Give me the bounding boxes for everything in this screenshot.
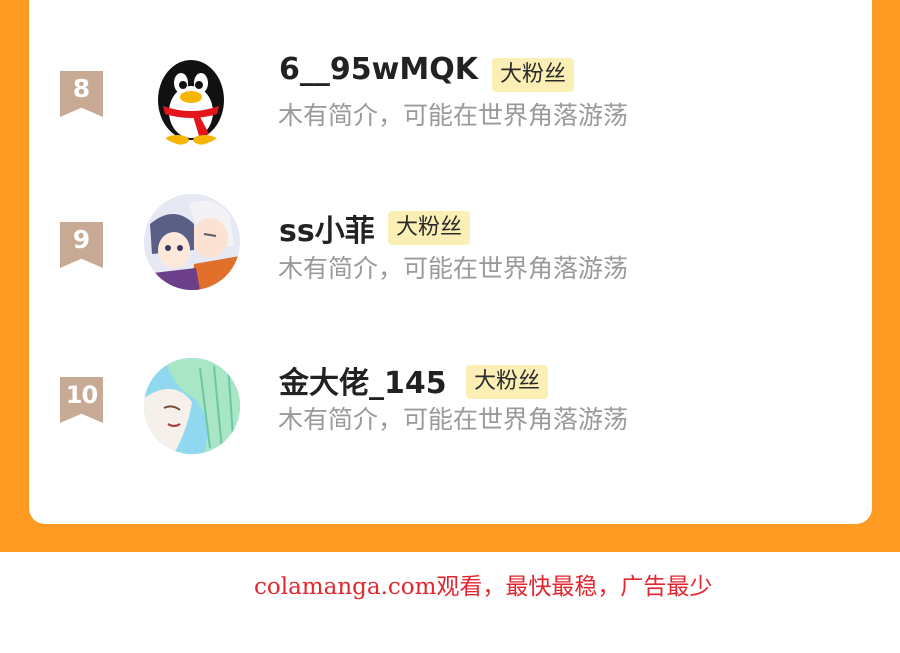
fan-level-badge-8: 大粉丝: [492, 58, 575, 92]
green-hair-anime-avatar[interactable]: [144, 358, 240, 454]
rank-flag-9: 9: [60, 222, 103, 268]
site-watermark: colamanga.com观看，最快最稳，广告最少: [254, 574, 713, 600]
fan-level-badge-9: 大粉丝: [388, 211, 471, 245]
fan-intro-9: 木有简介，可能在世界角落游荡: [278, 254, 629, 283]
qq-penguin-avatar[interactable]: [143, 50, 239, 146]
anime-couple-avatar[interactable]: [144, 194, 240, 290]
qq-penguin-icon: [158, 60, 224, 145]
anime-couple-icon: [144, 194, 240, 290]
fan-intro-10: 木有简介，可能在世界角落游荡: [278, 405, 629, 434]
fan-row-9[interactable]: 9 ss小菲 大粉丝 木有简介，可能在世界角落游荡: [29, 194, 872, 326]
fan-row-8[interactable]: 8 6__95wMQK 大粉丝 木有简介，可能在世界角落游荡: [29, 50, 872, 160]
fan-ranking-screen: 8 6__95wMQK 大粉丝 木有简介，可能在世界角落游荡 9 ss小菲 大粉…: [0, 0, 900, 653]
fan-level-badge-10: 大粉丝: [466, 365, 549, 399]
fan-list-card: 8 6__95wMQK 大粉丝 木有简介，可能在世界角落游荡 9 ss小菲 大粉…: [29, 0, 872, 524]
fan-username-9[interactable]: ss小菲: [279, 206, 375, 250]
fan-intro-8: 木有简介，可能在世界角落游荡: [278, 101, 629, 130]
green-hair-anime-icon: [144, 358, 240, 454]
fan-username-10[interactable]: 金大佬_145: [279, 358, 447, 402]
fan-row-10[interactable]: 10 金大佬_145 大粉丝 木有简介，可能在世界角落游荡: [29, 358, 872, 480]
rank-flag-8: 8: [60, 71, 103, 117]
fan-username-8[interactable]: 6__95wMQK: [279, 52, 478, 87]
rank-flag-10: 10: [60, 377, 103, 423]
